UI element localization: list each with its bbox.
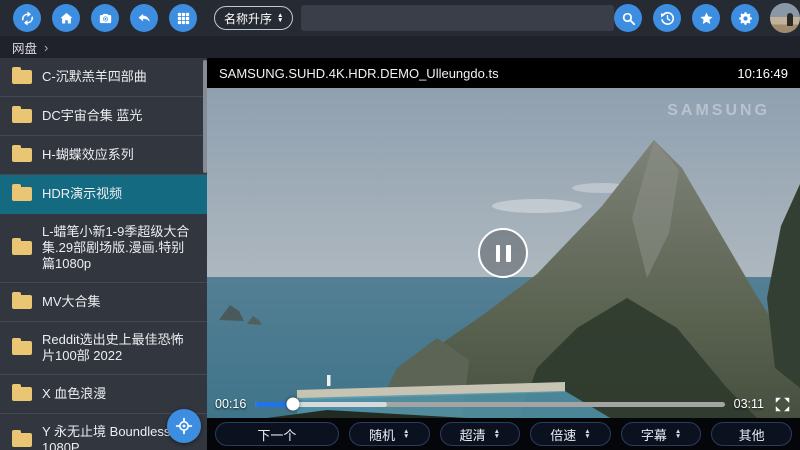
pause-icon <box>496 245 501 262</box>
chevron-right-icon: › <box>44 40 48 55</box>
search-button[interactable] <box>614 4 642 32</box>
toolbar-right-group <box>614 3 800 33</box>
breadcrumb-root[interactable]: 网盘 <box>12 38 37 57</box>
updown-arrows-icon: ▲▼ <box>494 429 500 439</box>
camera-button[interactable] <box>91 4 119 32</box>
pause-icon <box>506 245 511 262</box>
control-label: 超清 <box>460 425 486 444</box>
player-control-button[interactable]: 字幕 ▲▼ <box>621 422 702 446</box>
home-icon <box>58 10 75 27</box>
seek-bar[interactable] <box>255 402 724 407</box>
camera-icon <box>97 10 114 27</box>
sidebar-folder-item[interactable]: DC宇宙合集 蓝光 <box>0 97 207 136</box>
folder-icon <box>12 109 32 123</box>
current-time: 00:16 <box>215 397 246 411</box>
system-clock: 10:16:49 <box>737 66 788 81</box>
folder-sidebar: C-沉默羔羊四部曲 DC宇宙合集 蓝光 H-蝴蝶效应系列 HDR演示视频 L-蜡… <box>0 58 207 450</box>
player-control-bar: 下一个 ▲▼ 随机 ▲▼ 超清 ▲▼ 倍速 ▲ <box>207 418 800 450</box>
updown-arrows-icon: ▲▼ <box>403 429 409 439</box>
updown-arrows-icon: ▲▼ <box>584 429 590 439</box>
playback-progress-row: 00:16 03:11 <box>215 394 792 414</box>
sync-icon <box>19 10 36 27</box>
control-label: 其他 <box>739 425 765 444</box>
settings-button[interactable] <box>731 4 759 32</box>
fullscreen-button[interactable] <box>773 395 792 414</box>
folder-icon <box>12 295 32 309</box>
folder-label: X 血色浪漫 <box>42 386 106 402</box>
player-control-button[interactable]: 倍速 ▲▼ <box>530 422 611 446</box>
updown-arrows-icon: ▲▼ <box>675 429 681 439</box>
updown-arrows-icon: ▲▼ <box>277 13 283 23</box>
breadcrumb: 网盘 › <box>0 36 800 58</box>
folder-icon <box>12 241 32 255</box>
sort-label: 名称升序 <box>224 10 272 27</box>
search-input[interactable] <box>301 5 614 31</box>
folder-icon <box>12 341 32 355</box>
total-time: 03:11 <box>734 397 764 411</box>
user-avatar[interactable] <box>770 3 800 33</box>
folder-label: Reddit选出史上最佳恐怖片100部 2022 <box>42 332 193 364</box>
pause-button[interactable] <box>478 228 528 278</box>
sidebar-folder-item[interactable]: X 血色浪漫 <box>0 375 207 414</box>
folder-label: C-沉默羔羊四部曲 <box>42 69 147 85</box>
grid-view-button[interactable] <box>169 4 197 32</box>
samsung-watermark: SAMSUNG <box>667 102 770 120</box>
sidebar-folder-item[interactable]: H-蝴蝶效应系列 <box>0 136 207 175</box>
sort-dropdown[interactable]: 名称升序 ▲▼ <box>214 6 293 30</box>
star-icon <box>698 10 715 27</box>
sidebar-folder-item[interactable]: HDR演示视频 <box>0 175 207 214</box>
folder-label: MV大合集 <box>42 294 101 310</box>
folder-label: DC宇宙合集 蓝光 <box>42 108 142 124</box>
folder-icon <box>12 387 32 401</box>
sidebar-folder-item[interactable]: MV大合集 <box>0 283 207 322</box>
back-button[interactable] <box>130 4 158 32</box>
top-toolbar: 名称升序 ▲▼ <box>0 0 800 36</box>
gear-icon <box>737 10 754 27</box>
sidebar-folder-item[interactable]: C-沉默羔羊四部曲 <box>0 58 207 97</box>
home-button[interactable] <box>52 4 80 32</box>
folder-icon <box>12 433 32 447</box>
sidebar-folder-item[interactable]: Reddit选出史上最佳恐怖片100部 2022 <box>0 322 207 375</box>
folder-label: H-蝴蝶效应系列 <box>42 147 134 163</box>
player-title-bar: SAMSUNG.SUHD.4K.HDR.DEMO_Ulleungdo.ts 10… <box>207 58 800 88</box>
video-player: SAMSUNG.SUHD.4K.HDR.DEMO_Ulleungdo.ts 10… <box>207 58 800 450</box>
player-control-button[interactable]: 其他 ▲▼ <box>711 422 792 446</box>
history-button[interactable] <box>653 4 681 32</box>
sync-button[interactable] <box>13 4 41 32</box>
video-filename: SAMSUNG.SUHD.4K.HDR.DEMO_Ulleungdo.ts <box>219 66 499 81</box>
folder-icon <box>12 148 32 162</box>
folder-icon <box>12 187 32 201</box>
video-surface[interactable]: SAMSUNG 00:16 03:11 下一个 <box>207 88 800 450</box>
folder-label: HDR演示视频 <box>42 186 122 202</box>
player-control-button[interactable]: 随机 ▲▼ <box>349 422 430 446</box>
grid-icon <box>175 10 192 27</box>
favorite-button[interactable] <box>692 4 720 32</box>
search-icon <box>620 10 637 27</box>
folder-label: L-蜡笔小新1-9季超级大合集.29部剧场版.漫画.特别篇1080p <box>42 224 193 272</box>
fullscreen-icon <box>773 395 792 414</box>
sidebar-folder-item[interactable]: L-蜡笔小新1-9季超级大合集.29部剧场版.漫画.特别篇1080p <box>0 214 207 283</box>
locate-playing-button[interactable] <box>167 409 201 443</box>
app-window: 名称升序 ▲▼ 网盘 › C-沉 <box>0 0 800 450</box>
back-icon <box>136 10 153 27</box>
control-label: 下一个 <box>257 425 296 444</box>
history-icon <box>659 10 676 27</box>
control-label: 字幕 <box>641 425 667 444</box>
player-control-button[interactable]: 超清 ▲▼ <box>440 422 521 446</box>
locate-icon <box>174 416 194 436</box>
control-label: 倍速 <box>550 425 576 444</box>
folder-icon <box>12 70 32 84</box>
player-control-button[interactable]: 下一个 ▲▼ <box>215 422 339 446</box>
control-label: 随机 <box>369 425 395 444</box>
seek-handle[interactable] <box>286 398 299 411</box>
